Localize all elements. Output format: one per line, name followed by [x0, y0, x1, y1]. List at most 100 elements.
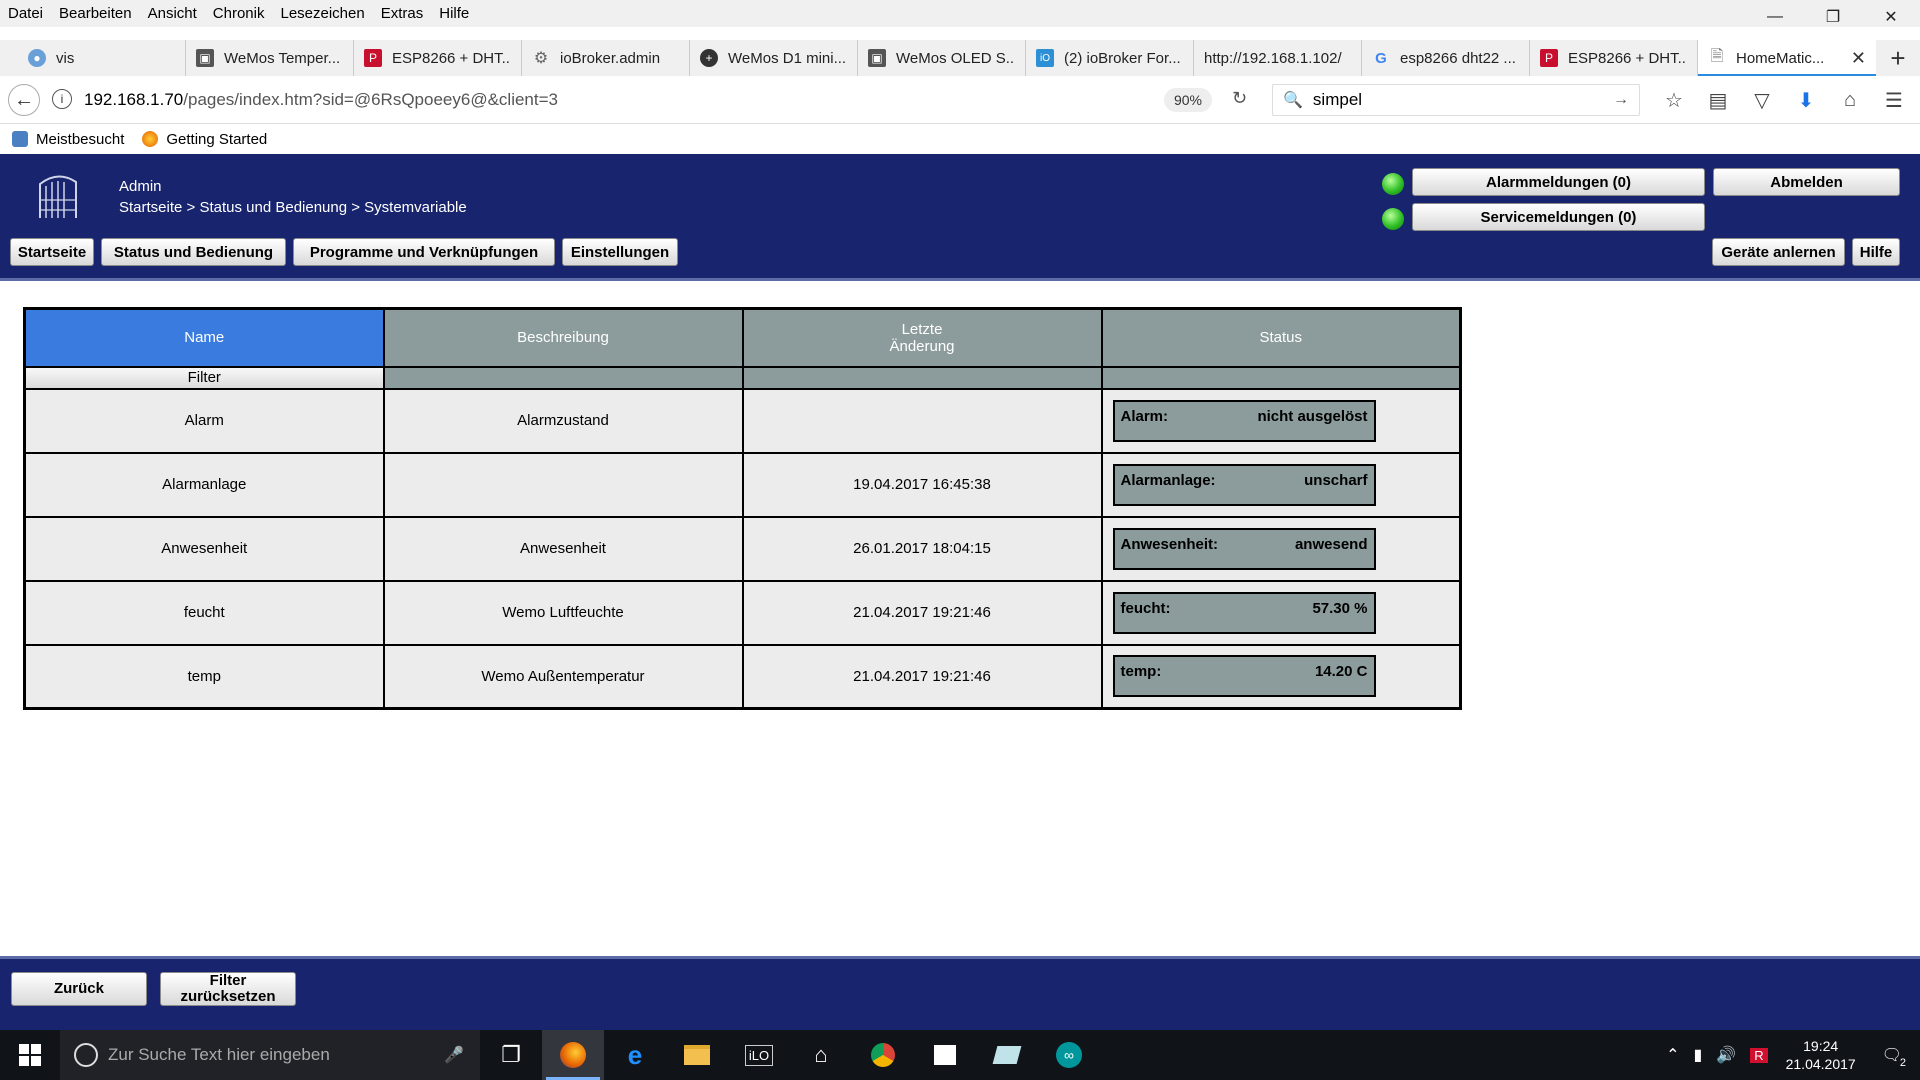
column-header-name[interactable]: Name — [23, 307, 385, 368]
edge-icon[interactable]: e — [604, 1030, 666, 1080]
tab-esp8266-dht-1[interactable]: P ESP8266 + DHT... — [354, 40, 522, 76]
homematic-header: Admin Startseite > Status und Bedienung … — [0, 154, 1920, 281]
menu-datei[interactable]: Datei — [0, 5, 51, 22]
clock[interactable]: 19:24 21.04.2017 — [1786, 1037, 1856, 1073]
volume-icon[interactable]: 🔊 — [1716, 1045, 1736, 1065]
tab-wemos-oled[interactable]: ▣ WeMos OLED S... — [858, 40, 1026, 76]
tab-label: HomeMatic... — [1736, 49, 1825, 67]
column-header-last-change[interactable]: Letzte Änderung — [741, 307, 1103, 368]
bookmark-meistbesucht[interactable]: Meistbesucht — [12, 131, 124, 148]
tab-local-ip[interactable]: http://192.168.1.102/ — [1194, 40, 1362, 76]
status-label: Alarm: — [1120, 407, 1169, 425]
status-label: Anwesenheit: — [1120, 535, 1219, 553]
status-control[interactable]: Alarm: nicht ausgelöst — [1112, 399, 1376, 442]
info-icon[interactable]: i — [52, 89, 72, 109]
window-controls: — ❐ ✕ — [1746, 0, 1920, 34]
download-icon[interactable]: ⬇ — [1784, 86, 1828, 114]
new-tab-icon[interactable]: + — [1876, 40, 1920, 76]
search-input[interactable]: 🔍 simpel → — [1272, 84, 1640, 116]
status-value: 14.20 C — [1314, 663, 1368, 681]
notification-center-icon[interactable]: 🗨 2 — [1882, 1045, 1906, 1069]
status-value: nicht ausgelöst — [1257, 407, 1368, 425]
arduino-icon[interactable]: ∞ — [1038, 1030, 1100, 1080]
tab-homematic[interactable]: 🗎 HomeMatic... ✕ — [1698, 40, 1876, 76]
tab-iobroker-forum[interactable]: iO (2) ioBroker For... — [1026, 40, 1194, 76]
tab-iobroker-admin[interactable]: ⚙ ioBroker.admin — [522, 40, 690, 76]
learn-devices-button[interactable]: Geräte anlernen — [1712, 238, 1845, 266]
tab-label: WeMos Temper... — [224, 49, 341, 67]
status-control[interactable]: Anwesenheit: anwesend — [1112, 527, 1376, 570]
nav-status-button[interactable]: Status und Bedienung — [101, 238, 286, 266]
homematic-footer: Zurück Filter zurücksetzen — [0, 956, 1920, 1030]
menu-extras[interactable]: Extras — [373, 5, 432, 22]
bookmarks-bar: Meistbesucht Getting Started — [0, 125, 1920, 153]
tab-esp8266-dht-2[interactable]: P ESP8266 + DHT... — [1530, 40, 1698, 76]
hamburger-menu-icon[interactable]: ☰ — [1872, 86, 1916, 114]
menu-hilfe[interactable]: Hilfe — [431, 5, 477, 22]
store-icon[interactable] — [914, 1030, 976, 1080]
close-tab-icon[interactable]: ✕ — [1851, 48, 1866, 69]
nav-home-button[interactable]: Startseite — [10, 238, 94, 266]
chrome-icon[interactable] — [852, 1030, 914, 1080]
back-button[interactable]: Zurück — [11, 972, 147, 1006]
url-field[interactable]: 192.168.1.70/pages/index.htm?sid=@6RsQpo… — [84, 86, 1214, 114]
vis-favicon-icon: ● — [28, 49, 46, 67]
tab-label: WeMos OLED S... — [896, 49, 1015, 67]
taskbar-search-input[interactable]: Zur Suche Text hier eingeben 🎤 — [60, 1030, 480, 1080]
logout-button[interactable]: Abmelden — [1713, 168, 1900, 196]
nav-programs-button[interactable]: Programme und Verknüpfungen — [293, 238, 555, 266]
row-status-cell: Anwesenheit: anwesend — [1100, 515, 1462, 582]
reload-icon[interactable]: ↻ — [1232, 88, 1247, 109]
microphone-icon[interactable]: 🎤 — [444, 1045, 464, 1065]
battery-icon[interactable]: ▮ — [1693, 1045, 1702, 1065]
menu-lesezeichen[interactable]: Lesezeichen — [272, 5, 372, 22]
row-description: Wemo Luftfeuchte — [382, 579, 744, 646]
home-icon[interactable]: ⌂ — [1828, 86, 1872, 114]
tab-wemos-temperature[interactable]: ▣ WeMos Temper... — [186, 40, 354, 76]
restore-icon[interactable]: ❐ — [1804, 0, 1862, 34]
file-explorer-icon[interactable] — [666, 1030, 728, 1080]
windows-start-icon[interactable] — [0, 1030, 60, 1080]
task-view-icon[interactable]: ❐ — [480, 1030, 542, 1080]
row-last-change: 26.01.2017 18:04:15 — [741, 515, 1103, 582]
go-arrow-icon[interactable]: → — [1613, 91, 1629, 109]
row-last-change: 19.04.2017 16:45:38 — [741, 451, 1103, 518]
tab-label: vis — [56, 49, 75, 67]
bookmark-getting-started[interactable]: Getting Started — [142, 131, 267, 148]
tab-wemos-d1-mini[interactable]: + WeMos D1 mini... — [690, 40, 858, 76]
help-button[interactable]: Hilfe — [1852, 238, 1900, 266]
ilo-icon[interactable]: iLO — [728, 1030, 790, 1080]
menu-chronik[interactable]: Chronik — [205, 5, 273, 22]
home-app-icon[interactable]: ⌂ — [790, 1030, 852, 1080]
menu-ansicht[interactable]: Ansicht — [140, 5, 205, 22]
column-header-status[interactable]: Status — [1100, 307, 1462, 368]
notes-app-icon[interactable] — [976, 1030, 1038, 1080]
status-control[interactable]: feucht: 57.30 % — [1112, 591, 1376, 634]
library-icon[interactable]: ▤ — [1696, 86, 1740, 114]
status-control[interactable]: temp: 14.20 C — [1112, 655, 1376, 698]
menu-bearbeiten[interactable]: Bearbeiten — [51, 5, 140, 22]
tab-google-search[interactable]: G esp8266 dht22 ... — [1362, 40, 1530, 76]
reset-filter-button[interactable]: Filter zurücksetzen — [160, 972, 296, 1006]
column-header-description[interactable]: Beschreibung — [382, 307, 744, 368]
show-hidden-icons-icon[interactable]: ⌃ — [1666, 1045, 1679, 1065]
firefox-taskbar-icon[interactable] — [542, 1030, 604, 1080]
star-icon[interactable]: ☆ — [1652, 86, 1696, 114]
status-label: feucht: — [1120, 599, 1171, 617]
tab-vis[interactable]: ● vis — [0, 40, 186, 76]
zoom-level[interactable]: 90% — [1164, 88, 1212, 112]
status-control[interactable]: Alarmanlage: unscharf — [1112, 463, 1376, 506]
navigation-bar: ← i 192.168.1.70/pages/index.htm?sid=@6R… — [0, 76, 1920, 124]
name-filter-button[interactable]: Filter — [23, 365, 385, 390]
alarm-messages-button[interactable]: Alarmmeldungen (0) — [1412, 168, 1705, 196]
plus-circle-favicon-icon: + — [700, 49, 718, 67]
red-app-tray-icon[interactable]: R — [1750, 1047, 1768, 1063]
close-window-icon[interactable]: ✕ — [1862, 0, 1920, 34]
reset-filter-line-2: zurücksetzen — [180, 988, 276, 1005]
back-arrow-icon[interactable]: ← — [8, 84, 40, 116]
service-messages-button[interactable]: Servicemeldungen (0) — [1412, 203, 1705, 231]
tab-label: ESP8266 + DHT... — [392, 49, 511, 67]
nav-settings-button[interactable]: Einstellungen — [562, 238, 678, 266]
pocket-icon[interactable]: ▽ — [1740, 86, 1784, 114]
minimize-icon[interactable]: — — [1746, 0, 1804, 34]
